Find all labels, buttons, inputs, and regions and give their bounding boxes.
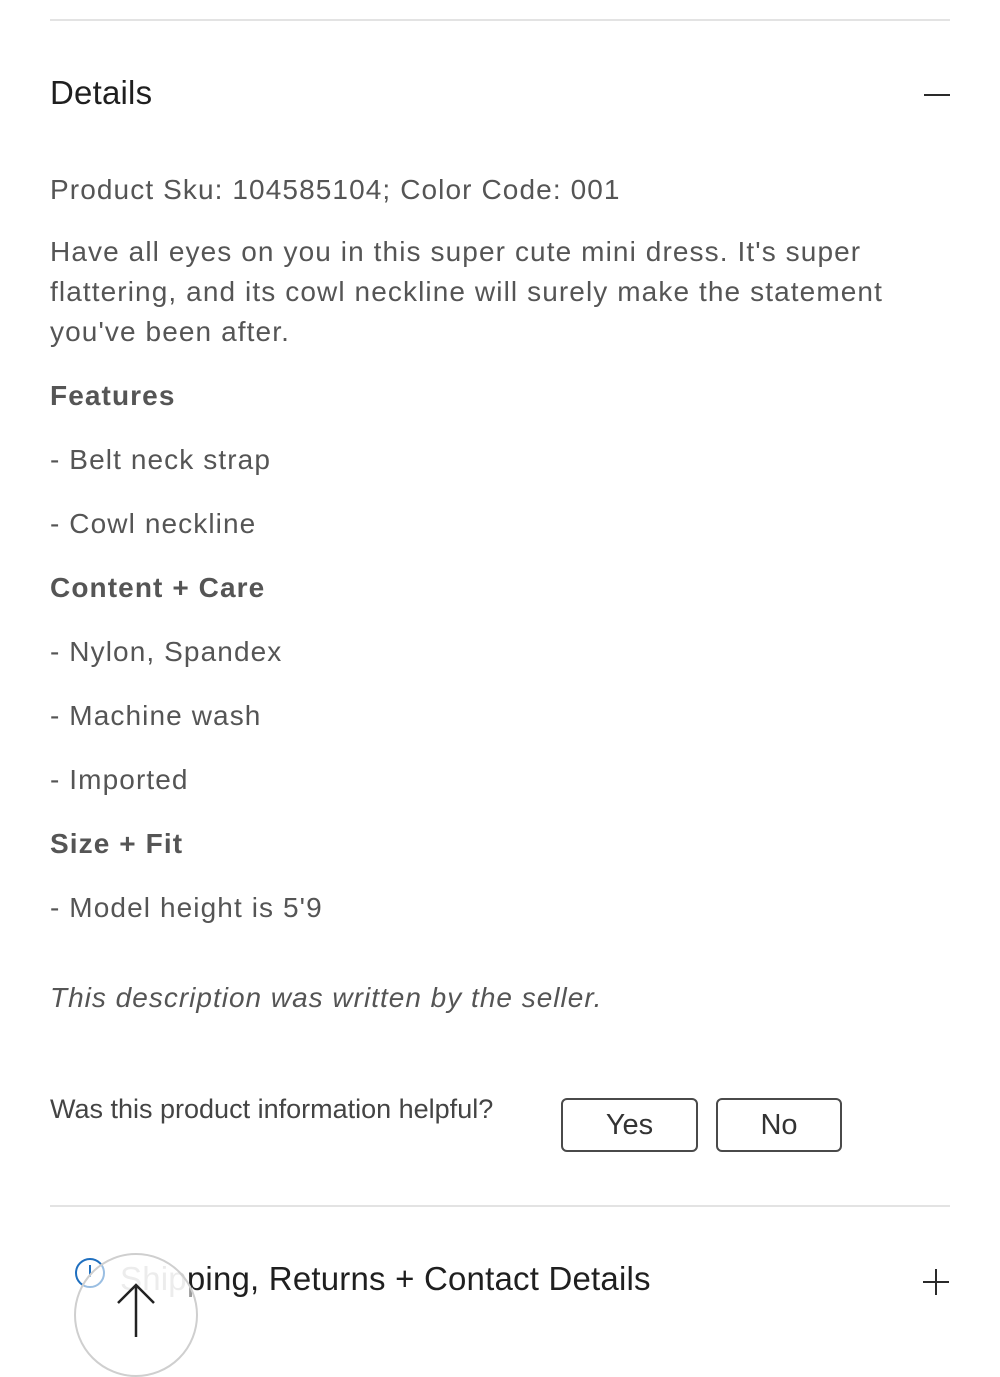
size-fit-heading: Size + Fit (50, 828, 184, 859)
content-care-item: - Imported (50, 764, 189, 795)
content-care-item: - Machine wash (50, 700, 262, 731)
content-care-item: - Nylon, Spandex (50, 636, 283, 667)
helpful-question: Was this product information helpful? (50, 1094, 494, 1124)
shipping-title-rest: ping, Returns + Contact Details (186, 1260, 651, 1297)
size-fit-item: - Model height is 5'9 (50, 892, 323, 923)
shipping-section-title[interactable]: Shipping, Returns + Contact Details (120, 1260, 651, 1298)
back-to-top-button[interactable] (74, 1253, 198, 1377)
plus-icon[interactable] (920, 1266, 952, 1298)
section-divider (50, 1205, 950, 1207)
feature-item: - Belt neck strap (50, 444, 272, 475)
arrow-up-icon (117, 1283, 155, 1337)
product-sku-line: Product Sku: 104585104; Color Code: 001 (50, 174, 621, 205)
details-section-title[interactable]: Details (50, 74, 152, 112)
features-heading: Features (50, 380, 176, 411)
minus-icon[interactable] (922, 80, 952, 110)
content-care-heading: Content + Care (50, 572, 266, 603)
top-divider (50, 19, 950, 21)
product-description: Have all eyes on you in this super cute … (50, 236, 883, 347)
details-content: Product Sku: 104585104; Color Code: 001 … (50, 170, 950, 952)
helpful-no-button[interactable]: No (716, 1098, 842, 1152)
feature-item: - Cowl neckline (50, 508, 257, 539)
helpful-yes-button[interactable]: Yes (561, 1098, 698, 1152)
seller-note: This description was written by the sell… (50, 982, 603, 1013)
